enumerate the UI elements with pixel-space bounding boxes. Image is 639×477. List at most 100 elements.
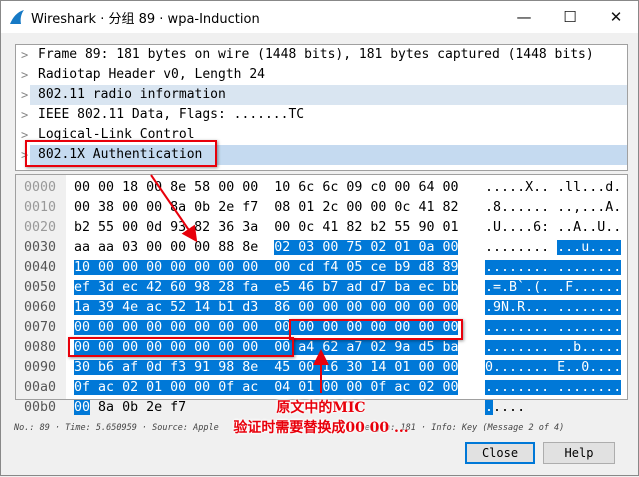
hex-byte[interactable]: 62 bbox=[322, 340, 339, 355]
hex-byte[interactable]: cd bbox=[298, 260, 315, 275]
hex-byte[interactable]: 00 bbox=[274, 260, 291, 275]
hex-byte[interactable]: 02 bbox=[274, 240, 291, 255]
hex-byte[interactable]: 00 bbox=[122, 320, 139, 335]
close-button[interactable]: Close bbox=[465, 442, 535, 464]
hex-byte[interactable]: 00 bbox=[242, 320, 259, 335]
hex-byte[interactable]: 00 bbox=[194, 320, 211, 335]
hex-byte[interactable]: 52 bbox=[170, 300, 187, 315]
hex-byte[interactable]: 00 bbox=[98, 260, 115, 275]
hex-byte[interactable]: 98 bbox=[218, 360, 235, 375]
hex-byte[interactable]: 89 bbox=[442, 260, 459, 275]
hex-byte[interactable]: 04 bbox=[274, 380, 291, 395]
chevron-right-icon[interactable]: > bbox=[21, 65, 28, 85]
hex-byte[interactable]: 00 bbox=[146, 260, 163, 275]
hex-byte[interactable]: 01 bbox=[394, 240, 411, 255]
hex-byte[interactable]: 00 bbox=[322, 240, 339, 255]
hex-bytes-row[interactable]: 00 00 18 00 8e 58 00 00 10 6c 6c 09 c0 0… bbox=[74, 178, 458, 198]
hex-byte[interactable]: 00 bbox=[98, 320, 115, 335]
tree-item[interactable]: > Frame 89: 181 bytes on wire (1448 bits)… bbox=[16, 45, 627, 65]
hex-byte[interactable]: ce bbox=[370, 260, 387, 275]
hex-byte[interactable]: 00 bbox=[74, 320, 91, 335]
hex-byte[interactable]: 46 bbox=[298, 280, 315, 295]
ascii-row[interactable]: ........ ........ bbox=[485, 258, 622, 278]
hex-byte[interactable]: 00 bbox=[442, 180, 458, 195]
hex-byte[interactable]: 05 bbox=[346, 260, 363, 275]
hex-byte[interactable]: 0b bbox=[194, 200, 210, 215]
hex-byte[interactable]: 00 bbox=[146, 200, 162, 215]
hex-byte[interactable]: 38 bbox=[98, 200, 114, 215]
hex-byte[interactable]: 00 bbox=[346, 300, 363, 315]
hex-bytes-row[interactable]: ef 3d ec 42 60 98 28 fa e5 46 b7 ad d7 b… bbox=[74, 278, 459, 298]
hex-byte[interactable]: 00 bbox=[74, 180, 90, 195]
hex-byte[interactable]: 00 bbox=[74, 200, 90, 215]
hex-byte[interactable]: 00 bbox=[442, 240, 459, 255]
hex-byte[interactable]: 00 bbox=[346, 380, 363, 395]
hex-byte[interactable]: e5 bbox=[274, 280, 291, 295]
hex-byte[interactable]: 00 bbox=[394, 300, 411, 315]
hex-byte[interactable]: b2 bbox=[74, 220, 90, 235]
hex-byte[interactable]: 00 bbox=[442, 360, 459, 375]
hex-byte[interactable]: b9 bbox=[394, 260, 411, 275]
hex-byte[interactable]: 0c bbox=[298, 220, 314, 235]
hex-byte[interactable]: 45 bbox=[274, 360, 291, 375]
hex-byte[interactable]: d5 bbox=[418, 340, 435, 355]
hex-byte[interactable]: 14 bbox=[370, 360, 387, 375]
hex-byte[interactable]: fa bbox=[242, 280, 259, 295]
hex-byte[interactable]: 00 bbox=[370, 200, 386, 215]
hex-byte[interactable]: 00 bbox=[418, 360, 435, 375]
hex-bytes-row[interactable]: 10 00 00 00 00 00 00 00 00 cd f4 05 ce b… bbox=[74, 258, 459, 278]
hex-byte[interactable]: ac bbox=[146, 300, 163, 315]
hex-byte[interactable]: 0d bbox=[146, 220, 162, 235]
ascii-row[interactable]: .....X.. .ll...d. bbox=[485, 178, 621, 198]
minimize-button[interactable]: — bbox=[501, 1, 547, 33]
hex-byte[interactable]: 08 bbox=[274, 200, 290, 215]
hex-byte[interactable]: 02 bbox=[370, 340, 387, 355]
hex-byte[interactable]: 00 bbox=[194, 380, 211, 395]
hex-bytes-row[interactable]: 00 8a 0b 2e f7 bbox=[74, 398, 186, 418]
hex-byte[interactable]: 91 bbox=[194, 360, 211, 375]
hex-byte[interactable]: 41 bbox=[418, 200, 434, 215]
hex-byte[interactable]: 8e bbox=[242, 240, 258, 255]
hex-byte[interactable]: 0b bbox=[122, 400, 138, 415]
hex-byte[interactable]: 00 bbox=[122, 260, 139, 275]
packet-bytes-pane[interactable]: 0000 00 00 18 00 8e 58 00 00 10 6c 6c 09 … bbox=[15, 174, 628, 415]
hex-byte[interactable]: 00 bbox=[146, 320, 163, 335]
hex-byte[interactable]: 0f bbox=[218, 380, 235, 395]
chevron-right-icon[interactable]: > bbox=[21, 85, 28, 105]
hex-byte[interactable]: 02 bbox=[122, 380, 139, 395]
hex-byte[interactable]: af bbox=[122, 360, 139, 375]
hex-byte[interactable]: 03 bbox=[122, 240, 138, 255]
hex-byte[interactable]: 58 bbox=[194, 180, 210, 195]
hex-byte[interactable]: 8a bbox=[98, 400, 114, 415]
hex-byte[interactable]: 00 bbox=[170, 240, 186, 255]
tree-item[interactable]: >802.11 radio information bbox=[16, 85, 627, 105]
hex-byte[interactable]: ac bbox=[242, 380, 259, 395]
ascii-row[interactable]: ........ ........ bbox=[485, 318, 622, 338]
hex-byte[interactable]: 0f bbox=[74, 380, 91, 395]
hex-byte[interactable]: 00 bbox=[322, 380, 339, 395]
hex-byte[interactable]: 86 bbox=[274, 300, 291, 315]
hex-byte[interactable]: 00 bbox=[242, 180, 258, 195]
tree-item[interactable]: > IEEE 802.11 Data, Flags: .......TC bbox=[16, 105, 627, 125]
hex-byte[interactable]: aa bbox=[98, 240, 114, 255]
hex-byte[interactable]: 02 bbox=[418, 380, 435, 395]
ascii-row[interactable]: .9N.R... ........ bbox=[485, 298, 622, 318]
hex-byte[interactable]: 00 bbox=[170, 320, 187, 335]
hex-bytes-row[interactable]: b2 55 00 0d 93 82 36 3a 00 0c 41 82 b2 5… bbox=[74, 218, 458, 238]
hex-byte[interactable]: f4 bbox=[322, 260, 339, 275]
hex-byte[interactable]: ba bbox=[442, 340, 459, 355]
hex-bytes-row[interactable]: 30 b6 af 0d f3 91 98 8e 45 00 16 30 14 0… bbox=[74, 358, 459, 378]
hex-byte[interactable]: 55 bbox=[98, 220, 114, 235]
hex-byte[interactable]: 1a bbox=[74, 300, 91, 315]
hex-byte[interactable]: 8a bbox=[170, 200, 186, 215]
chevron-right-icon[interactable]: > bbox=[21, 105, 28, 125]
hex-byte[interactable]: 00 bbox=[218, 180, 234, 195]
tree-item[interactable]: > Radiotap Header v0, Length 24 bbox=[16, 65, 627, 85]
hex-byte[interactable]: ec bbox=[418, 280, 435, 295]
hex-byte[interactable]: f7 bbox=[242, 200, 258, 215]
hex-byte[interactable]: d7 bbox=[370, 280, 387, 295]
hex-byte[interactable]: 4e bbox=[122, 300, 139, 315]
hex-byte[interactable]: 00 bbox=[146, 180, 162, 195]
hex-byte[interactable]: f3 bbox=[170, 360, 187, 375]
hex-byte[interactable]: 00 bbox=[98, 180, 114, 195]
